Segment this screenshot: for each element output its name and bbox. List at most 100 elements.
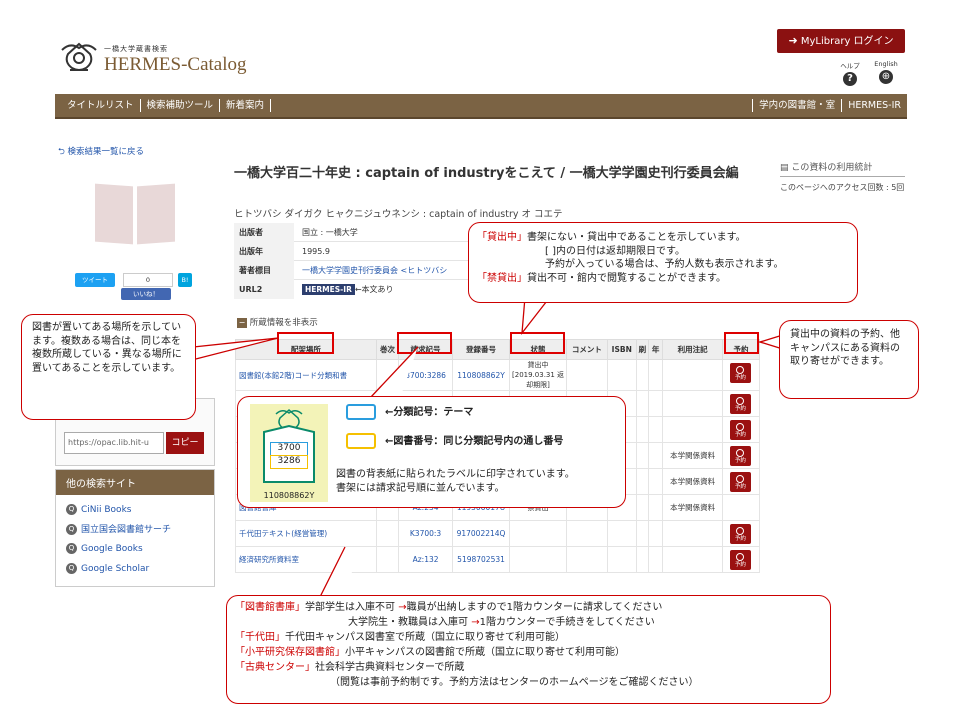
status-cell: 貸出中 [2019.03.31 返却期限] [509, 359, 567, 391]
print-cell [635, 390, 649, 417]
reserve-button[interactable]: 予約 [729, 363, 751, 383]
isbn-cell [606, 520, 637, 547]
globe-icon: ⊕ [879, 70, 893, 84]
col-isbn: ISBN [606, 339, 637, 360]
hermes-ir-link[interactable]: HERMES-IR [302, 284, 355, 295]
stats-title[interactable]: この資料の利用統計 [791, 163, 872, 173]
author-link[interactable]: 一橋大学学園史刊行委員会 <ヒトツバシ [294, 265, 447, 276]
tweet-button[interactable]: ツイート [75, 273, 115, 287]
usage-note-cell [662, 546, 723, 573]
reserve-cell: 予約 [721, 468, 761, 495]
external-search-label: CiNii Books [81, 505, 132, 515]
blue-legend: ←分類記号：テーマ [385, 407, 474, 418]
reserve-button[interactable]: 予約 [729, 524, 751, 544]
reserve-label: 予約 [734, 484, 746, 490]
reserve-button[interactable]: 予約 [729, 420, 751, 440]
usage-note-cell [662, 390, 723, 417]
external-search-link[interactable]: Q CiNii Books [66, 501, 204, 521]
nav-hermes-ir[interactable]: HERMES-IR [842, 99, 907, 112]
usage-note-cell: 本学関係資料 [662, 468, 723, 495]
blue-swatch [346, 404, 376, 420]
nav-libraries[interactable]: 学内の図書館・室 [752, 99, 843, 112]
collapse-icon: − [237, 317, 247, 328]
volume-cell [375, 520, 400, 547]
reserve-button[interactable]: 予約 [729, 472, 751, 492]
chart-icon: ▤ [780, 163, 789, 173]
usage-note-cell: 本学関係資料 [662, 442, 723, 469]
status-cell [509, 546, 567, 573]
col-usage-note: 利用注記 [662, 339, 723, 360]
english-link[interactable]: English ⊕ [870, 60, 902, 84]
callout-label: 3700 3286 110808862Y ←分類記号：テーマ ←図書番号：同じ分… [237, 396, 626, 508]
reserve-icon [736, 423, 745, 431]
loc-text: 大学院生・教職員は入庫可 [348, 617, 468, 628]
print-cell [635, 442, 649, 469]
nav-title-list[interactable]: タイトルリスト [61, 99, 141, 112]
reserve-icon [736, 449, 745, 457]
english-label: English [874, 60, 898, 68]
callout-status: 「貸出中」書架にない・貸出中であることを示しています。 [ ]内の日付は返却期限… [468, 222, 858, 303]
nav-new-arrivals[interactable]: 新着案内 [220, 99, 272, 112]
registration-cell: 110808862Y [451, 359, 511, 391]
status-text-1: 書架にない・貸出中であることを示しています。 [527, 232, 746, 243]
callout-locations: 「図書館書庫」学部学生は入庫不可 →職員が出納しますので1階カウンターに請求して… [226, 595, 831, 704]
loc-text: 社会科学古典資料センターで所蔵 [315, 662, 465, 673]
external-search-link[interactable]: Q Google Books [66, 540, 204, 560]
print-cell [635, 546, 649, 573]
logo-emblem-icon [61, 42, 97, 71]
book-title: 一橋大学百二十年史 : captain of industryをこえて / 一橋… [234, 166, 739, 181]
reserve-icon [736, 527, 745, 535]
fulltext-note: ←本文あり [354, 285, 394, 294]
meta-key: URL2 [234, 280, 294, 299]
label-book-number: 3286 [270, 455, 308, 469]
help-link[interactable]: ヘルプ ? [838, 60, 862, 86]
loc-term-chiyoda: 「千代田」 [235, 632, 285, 643]
label-desc-2: 書架には請求記号順に並んでいます。 [336, 483, 505, 494]
external-search-link[interactable]: Q 国立国会図書館サーチ [66, 521, 204, 541]
status-term-lending: 「貸出中」 [477, 232, 527, 243]
year-cell [647, 390, 664, 417]
reserve-cell [721, 494, 761, 521]
label-class-number: 3700 [270, 442, 308, 456]
year-cell [647, 546, 664, 573]
reserve-button[interactable]: 予約 [729, 550, 751, 570]
registration-cell: 917002214Q [451, 520, 511, 547]
search-icon: Q [66, 523, 77, 535]
login-button[interactable]: ➜ MyLibrary ログイン [777, 29, 905, 53]
back-to-results-link[interactable]: ⮌ 検索結果一覧に戻る [58, 145, 144, 160]
nav-search-tools[interactable]: 検索補助ツール [141, 99, 221, 112]
hatena-bookmark-button[interactable]: B! [178, 273, 192, 287]
book-cover-icon [95, 183, 175, 245]
spine-label-illustration: 3700 3286 110808862Y [250, 404, 328, 502]
registration-cell: 5198702531 [451, 546, 511, 573]
reserve-button[interactable]: 予約 [729, 394, 751, 414]
status-text-3: 予約が入っている場合は、予約人数も表示されます。 [545, 259, 784, 270]
loc-text: 千代田キャンパス図書室で所蔵（国立に取り寄せて利用可能） [285, 632, 565, 643]
usage-stats: ▤ この資料の利用統計 このページへのアクセス回数 : 5回 [780, 160, 905, 193]
book-reading: ヒトツバシ ダイガク ヒャクニジュウネンシ : captain of indus… [234, 209, 563, 220]
meta-value: 国立 : 一橋大学 [302, 227, 358, 237]
holdings-toggle-label: 所蔵情報を非表示 [249, 318, 318, 328]
external-search-label: Google Scholar [81, 563, 150, 574]
isbn-cell [606, 359, 637, 391]
label-registration: 110808862Y [263, 491, 315, 500]
print-cell [635, 359, 649, 391]
permalink-input[interactable]: https://opac.lib.hit-u [64, 432, 164, 454]
logo[interactable]: 一橋大学蔵書検索 HERMES-Catalog [58, 40, 248, 80]
volume-cell [375, 546, 400, 573]
location-cell[interactable]: 千代田テキスト(経営管理) [235, 520, 377, 547]
logo-subtitle: 一橋大学蔵書検索 [104, 45, 168, 53]
reserve-label: 予約 [734, 406, 746, 412]
callout-reserve: 貸出中の資料の予約、他キャンパスにある資料の取り寄せができます。 [779, 320, 919, 399]
holdings-toggle[interactable]: − 所蔵情報を非表示 [237, 316, 318, 328]
return-arrow-icon: ⮌ [58, 147, 65, 157]
print-cell [635, 520, 649, 547]
callout-pointer-label [368, 346, 419, 399]
external-search-link[interactable]: Q Google Scholar [66, 560, 204, 580]
reserve-button[interactable]: 予約 [729, 446, 751, 466]
logo-title: HERMES-Catalog [104, 54, 247, 75]
table-row: 図書館(本館2階)コード分類和書 3700:3286 110808862Y 貸出中 [… [235, 359, 761, 391]
facebook-like-button[interactable]: いいね！ [121, 288, 171, 300]
reserve-cell: 予約 [721, 442, 761, 469]
copy-button[interactable]: コピー [166, 432, 204, 454]
